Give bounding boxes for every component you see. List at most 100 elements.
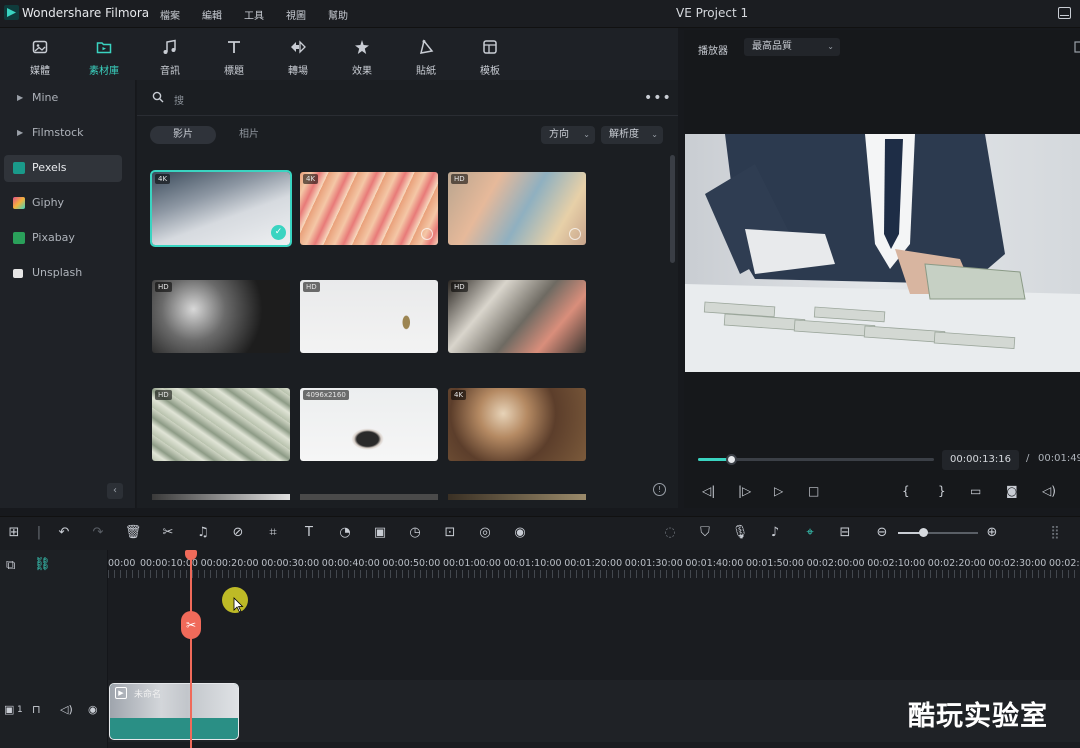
mute-icon[interactable]: ◁): [60, 703, 73, 716]
motion-icon[interactable]: ◉: [511, 524, 529, 542]
layout-grid-icon[interactable]: ⊞: [5, 524, 23, 542]
timer-icon[interactable]: ◷: [406, 524, 424, 542]
fit-icon[interactable]: ⊟: [836, 524, 854, 542]
filter-video-tab[interactable]: 影片: [150, 126, 216, 144]
tab-titles[interactable]: 標題: [202, 28, 266, 80]
more-options-icon[interactable]: •••: [644, 90, 672, 106]
stock-thumbnail[interactable]: 4096x2160: [300, 388, 438, 461]
sidebar-item-filmstock[interactable]: ▶ Filmstock: [4, 120, 122, 147]
tab-stock-library[interactable]: 素材庫: [72, 28, 136, 80]
microphone-icon[interactable]: 🎙: [731, 524, 749, 542]
music-icon: [163, 39, 176, 54]
resolution-dropdown[interactable]: 解析度 ⌄: [601, 126, 663, 144]
media-scrollbar[interactable]: [670, 155, 675, 263]
color-icon[interactable]: ▣: [371, 524, 389, 542]
layout-toggle-icon[interactable]: [1058, 7, 1071, 19]
collapse-sidebar-button[interactable]: ‹: [107, 483, 123, 499]
step-back-icon[interactable]: ◁|: [702, 484, 715, 498]
mark-in-button[interactable]: {: [902, 484, 910, 498]
clip-name: 未命名: [134, 690, 162, 700]
sidebar-item-pexels[interactable]: Pexels: [4, 155, 122, 182]
resolution-badge: 4K: [155, 174, 171, 184]
snapshot-icon[interactable]: [1074, 41, 1080, 53]
menu-file[interactable]: 檔案: [160, 7, 180, 22]
camera-icon[interactable]: ◙: [1006, 484, 1018, 498]
orientation-dropdown[interactable]: 方向 ⌄: [541, 126, 595, 144]
tab-templates[interactable]: 模板: [458, 28, 522, 80]
cut-icon[interactable]: ✂: [159, 524, 177, 542]
keyframe-icon[interactable]: ⊡: [441, 524, 459, 542]
stock-thumbnail[interactable]: HD: [300, 280, 438, 353]
unsplash-icon: [13, 269, 23, 278]
zoom-slider-knob[interactable]: [919, 528, 928, 537]
speed-icon[interactable]: ◔: [336, 524, 354, 542]
tab-stickers[interactable]: 貼紙: [394, 28, 458, 80]
sidebar-item-unsplash[interactable]: Unsplash: [4, 260, 122, 287]
project-title: VE Project 1: [676, 6, 749, 20]
lock-icon[interactable]: ⊓: [32, 703, 41, 716]
playback-progress-knob[interactable]: [726, 454, 737, 465]
menu-view[interactable]: 視圖: [286, 7, 306, 22]
zoom-in-icon[interactable]: ⊕: [983, 524, 1001, 542]
crop-icon[interactable]: ⌗: [264, 524, 282, 542]
text-icon[interactable]: T: [300, 524, 318, 542]
download-icon[interactable]: [421, 228, 433, 240]
step-forward-icon[interactable]: |▷: [738, 484, 751, 498]
menu-tools[interactable]: 工具: [244, 7, 264, 22]
tab-transitions[interactable]: 轉場: [266, 28, 330, 80]
stock-thumbnail[interactable]: HD: [448, 280, 586, 353]
current-time[interactable]: 00:00:13:16: [942, 450, 1019, 470]
render-icon[interactable]: ◌: [661, 524, 679, 542]
audio-edit-icon[interactable]: ♫: [194, 524, 212, 542]
snap-icon[interactable]: ⌖: [801, 524, 819, 542]
stock-thumbnail[interactable]: 4K: [300, 172, 438, 245]
timeline-clip[interactable]: ▶ 未命名: [109, 683, 239, 740]
display-icon[interactable]: ▭: [970, 484, 981, 498]
undo-icon[interactable]: ↶: [55, 524, 73, 542]
mask-icon[interactable]: ◎: [476, 524, 494, 542]
volume-icon[interactable]: ◁): [1042, 484, 1056, 498]
pexels-icon: [13, 162, 25, 174]
watermark-text: 酷玩实验室: [908, 701, 1048, 732]
track-headers: [0, 550, 108, 748]
link-icon[interactable]: ⛓: [34, 557, 51, 572]
more-tracks-icon[interactable]: ⣿: [1046, 524, 1064, 542]
pixabay-icon: [13, 232, 25, 244]
sidebar-item-giphy[interactable]: Giphy: [4, 190, 122, 217]
quality-dropdown[interactable]: 最高品質 ⌄: [744, 38, 840, 56]
tab-audio[interactable]: 音訊: [138, 28, 202, 80]
filter-photo-tab[interactable]: 相片: [216, 126, 282, 144]
stock-thumbnail[interactable]: 4K ✓: [150, 170, 292, 247]
redo-icon[interactable]: ↷: [89, 524, 107, 542]
ruler-label: 00:02:00:00: [806, 558, 865, 569]
audio-mix-icon[interactable]: ♪: [766, 524, 784, 542]
giphy-icon: [13, 197, 25, 209]
resolution-badge: HD: [451, 174, 468, 184]
marker-icon[interactable]: ⛉: [696, 524, 714, 542]
stock-icon: [96, 42, 112, 54]
playhead-scissors-icon[interactable]: ✂: [181, 611, 201, 639]
zoom-out-icon[interactable]: ⊖: [873, 524, 891, 542]
tag-icon[interactable]: ⊘: [229, 524, 247, 542]
playhead[interactable]: [190, 554, 192, 748]
mark-out-button[interactable]: }: [938, 484, 946, 498]
menu-edit[interactable]: 編輯: [202, 7, 222, 22]
tab-media[interactable]: 媒體: [8, 28, 72, 80]
play-icon[interactable]: ▷: [774, 484, 783, 498]
stock-thumbnail[interactable]: HD: [152, 280, 290, 353]
sidebar-item-pixabay[interactable]: Pixabay: [4, 225, 122, 252]
menu-help[interactable]: 幫助: [328, 7, 348, 22]
delete-icon[interactable]: 🗑: [124, 524, 142, 542]
stock-thumbnail[interactable]: 4K: [448, 388, 586, 461]
stock-thumbnail[interactable]: HD: [448, 172, 586, 245]
eye-icon[interactable]: ◉: [88, 703, 98, 716]
add-track-icon[interactable]: ⧉: [6, 558, 15, 573]
info-icon[interactable]: !: [653, 483, 666, 496]
download-icon[interactable]: [569, 228, 581, 240]
stop-icon[interactable]: □: [808, 484, 819, 498]
stock-thumbnail[interactable]: HD: [152, 388, 290, 461]
sidebar-item-mine[interactable]: ▶ Mine: [4, 85, 122, 112]
ruler-label: 00:00:40:00: [321, 558, 380, 569]
tab-effects[interactable]: 效果: [330, 28, 394, 80]
search-input[interactable]: 搜: [174, 92, 184, 107]
